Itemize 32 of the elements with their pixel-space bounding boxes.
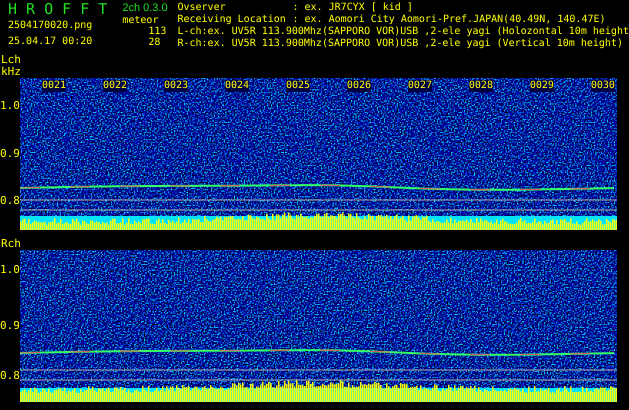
channel-info: L-ch:ex. UV5R 113.900Mhz(SAPPORO VOR)USB ,2-ele yagi (Holozontal 10m height <box>177 26 629 38</box>
info-label: Receiving Location <box>177 14 287 26</box>
info-label: Ovserver <box>177 2 227 14</box>
time-label: 0027 <box>408 80 432 92</box>
channel-info: R-ch:ex. UV5R 113.900Mhz(SAPPORO VOR)USB ,2-ele yagi (Vertical 10m height) <box>177 38 624 50</box>
unit-label: kHz <box>1 66 22 78</box>
y-tick-label: 0.8 <box>0 370 20 381</box>
time-label: 0025 <box>286 80 310 92</box>
time-label: 0024 <box>224 80 250 92</box>
file-name: 2504170020.png <box>8 19 94 33</box>
time-label: 0030 <box>590 80 615 92</box>
channel-label: Lch <box>1 54 22 66</box>
version-label: 2ch 0.3.0 <box>122 1 168 15</box>
time-label: 0028 <box>468 80 493 92</box>
date-time: 25.04.17 00:20 <box>8 35 94 49</box>
info-value: : ex. JR7CYX [ kid ] <box>292 2 413 14</box>
info-value: : ex. Aomori City Aomori-Pref.JAPAN(40.49N, 140.47E) <box>292 14 606 26</box>
channel-label: Rch <box>1 238 22 250</box>
time-label: 0021 <box>42 80 66 92</box>
time-label: 0023 <box>164 80 188 92</box>
y-tick-label: 0.9 <box>0 148 20 159</box>
meteor-count: 113 <box>147 26 166 37</box>
time-label: 0029 <box>530 80 554 92</box>
y-tick-label: 0.9 <box>0 320 20 331</box>
meteor-label: meteor <box>122 15 158 26</box>
app-title: H R O F F T <box>8 1 108 17</box>
y-tick-label: 1.0 <box>0 100 20 111</box>
y-tick-label: 0.8 <box>0 195 20 206</box>
time-label: 0026 <box>346 80 372 92</box>
time-label: 0022 <box>102 80 128 92</box>
meteor-count: 28 <box>147 37 160 48</box>
y-tick-label: 1.0 <box>0 264 20 275</box>
